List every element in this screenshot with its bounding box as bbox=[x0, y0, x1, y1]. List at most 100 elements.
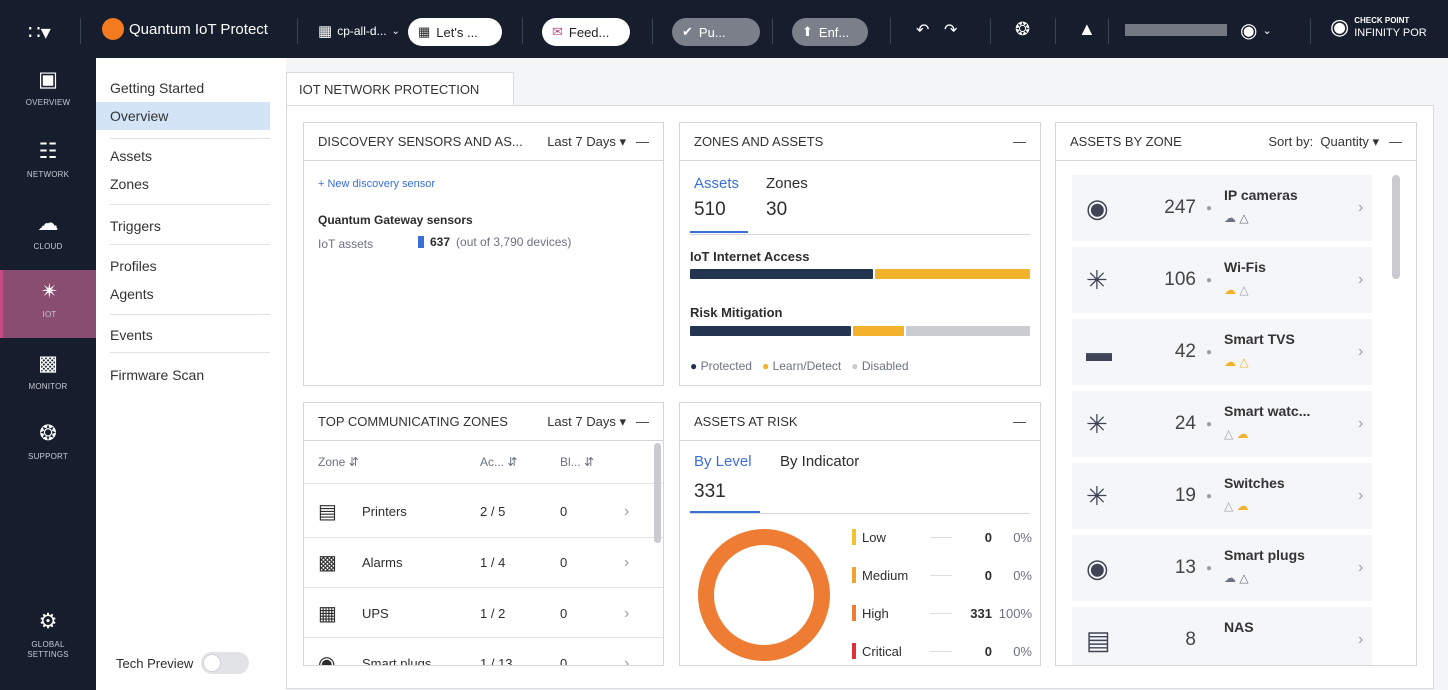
enforce-button[interactable]: ⬆ Enf... bbox=[792, 18, 868, 46]
new-discovery-sensor-link[interactable]: + New discovery sensor bbox=[318, 178, 435, 190]
collapse-icon[interactable]: — bbox=[636, 134, 649, 149]
range-selector[interactable]: Last 7 Days ▾ bbox=[547, 134, 626, 150]
subnav-zones[interactable]: Zones bbox=[96, 170, 270, 198]
tab-by-level[interactable]: By Level bbox=[694, 453, 752, 470]
policy-icon: ▦ bbox=[318, 23, 333, 40]
redo-icon[interactable]: ↷ bbox=[944, 20, 957, 40]
rail-network[interactable]: ☷ NETWORK bbox=[0, 140, 96, 202]
level-count: 0 bbox=[984, 529, 992, 545]
table-row[interactable]: ◉ Smart plugs 1 / 13 0 › bbox=[304, 639, 654, 666]
internet-access-label: IoT Internet Access bbox=[690, 249, 810, 264]
list-item[interactable]: ✳ 24 ● Smart watc... △ ☁ › bbox=[1072, 391, 1372, 457]
network-icon: ☷ bbox=[38, 140, 58, 163]
lifebuoy-icon[interactable]: ❂ bbox=[1015, 19, 1030, 40]
list-item[interactable]: ◉ 13 ● Smart plugs ☁ △ › bbox=[1072, 535, 1372, 601]
feedback-button[interactable]: ✉ Feed... bbox=[542, 18, 630, 46]
list-item[interactable]: ▬ 42 ● Smart TVS ☁ △ › bbox=[1072, 319, 1372, 385]
assets-count: 510 bbox=[694, 199, 726, 220]
user-avatar-icon[interactable]: ◉ ⌄ bbox=[1240, 18, 1272, 43]
list-item[interactable]: ▤ 8 NAS › bbox=[1072, 607, 1372, 665]
subnav-overview[interactable]: Overview bbox=[96, 102, 270, 130]
feedback-label: Feed... bbox=[568, 24, 610, 40]
asset-count: 8 bbox=[1185, 629, 1196, 650]
rail-iot[interactable]: ✴ IOT bbox=[0, 270, 96, 338]
table-row[interactable]: ▤ Printers 2 / 5 0 › bbox=[304, 487, 654, 536]
vendor-line1: CHECK POINT bbox=[1354, 16, 1410, 25]
vendor-line2: INFINITY POR bbox=[1354, 27, 1427, 39]
table-row[interactable]: ▦ UPS 1 / 2 0 › bbox=[304, 589, 654, 638]
list-item[interactable]: ◉ 247 ● IP cameras ☁ △ › bbox=[1072, 175, 1372, 241]
subnav-firmware-scan[interactable]: Firmware Scan bbox=[96, 361, 270, 389]
info-icon[interactable]: ● bbox=[1206, 347, 1212, 358]
col-bl-header[interactable]: Bl... ⇵ bbox=[560, 455, 594, 469]
bar-disabled bbox=[905, 326, 1031, 336]
info-icon[interactable]: ● bbox=[1206, 563, 1212, 574]
col-ac-header[interactable]: Ac... ⇵ bbox=[480, 455, 517, 469]
sort-selector[interactable]: Sort by: Quantity ▾ bbox=[1268, 134, 1379, 150]
scrollbar[interactable] bbox=[654, 443, 661, 543]
undo-icon[interactable]: ↶ bbox=[916, 20, 929, 40]
publish-button[interactable]: ✔ Pu... bbox=[672, 18, 760, 46]
rail-monitor[interactable]: ▩ MONITOR bbox=[0, 352, 96, 414]
legend-learn-detect: ● Learn/Detect bbox=[761, 359, 842, 373]
zone-bl: 0 bbox=[560, 555, 568, 570]
info-icon[interactable]: ● bbox=[1206, 419, 1212, 430]
assets-tab[interactable]: Assets bbox=[694, 175, 739, 192]
vendor-icon: ◉ bbox=[1330, 14, 1350, 39]
sort-icon: ⇵ bbox=[584, 455, 595, 469]
bell-icon[interactable]: ▲ bbox=[1078, 19, 1096, 40]
sub-navigation: Getting Started Overview Assets Zones Tr… bbox=[96, 58, 286, 690]
tech-preview: Tech Preview bbox=[116, 652, 250, 674]
status-icons: ☁ △ bbox=[1224, 283, 1249, 297]
zones-tab[interactable]: Zones bbox=[766, 175, 808, 192]
rail-cloud[interactable]: ☁ CLOUD bbox=[0, 212, 96, 274]
list-item[interactable]: ✳ 19 ● Switches △ ☁ › bbox=[1072, 463, 1372, 529]
subnav-events[interactable]: Events bbox=[96, 321, 270, 349]
rail-label: IOT bbox=[42, 310, 57, 319]
tab-iot-network-protection[interactable]: IOT NETWORK PROTECTION bbox=[286, 72, 514, 106]
subnav-profiles[interactable]: Profiles bbox=[96, 252, 270, 280]
tech-preview-toggle[interactable] bbox=[201, 652, 250, 674]
rail-global-settings[interactable]: ⚙ GLOBAL SETTINGS bbox=[0, 610, 96, 680]
app-launcher-icon[interactable]: ∷▾ bbox=[28, 20, 51, 45]
collapse-icon[interactable]: — bbox=[1389, 134, 1402, 149]
rail-label: MONITOR bbox=[28, 382, 68, 391]
card-header: ZONES AND ASSETS — bbox=[680, 123, 1040, 161]
tab-by-indicator[interactable]: By Indicator bbox=[780, 453, 859, 470]
scrollbar[interactable] bbox=[1392, 175, 1400, 279]
zone-name: UPS bbox=[362, 606, 389, 621]
legend-disabled: ● Disabled bbox=[851, 359, 909, 373]
subnav-getting-started[interactable]: Getting Started bbox=[96, 74, 270, 102]
donut-ring bbox=[698, 529, 830, 661]
card-title: DISCOVERY SENSORS AND AS... bbox=[318, 134, 523, 149]
info-icon[interactable]: ● bbox=[1206, 275, 1212, 286]
range-selector[interactable]: Last 7 Days ▾ bbox=[547, 414, 626, 430]
subnav-assets[interactable]: Assets bbox=[96, 142, 270, 170]
subnav-agents[interactable]: Agents bbox=[96, 280, 270, 308]
rail-overview[interactable]: ▣ OVERVIEW bbox=[0, 68, 96, 130]
rail-label: OVERVIEW bbox=[25, 98, 71, 107]
table-row[interactable]: ▩ Alarms 1 / 4 0 › bbox=[304, 538, 654, 587]
col-zone-header[interactable]: Zone ⇵ bbox=[318, 455, 359, 469]
top-bar: ∷▾ Quantum IoT Protect ▦ cp-all-d... ⌄ ▦… bbox=[0, 0, 1448, 58]
internet-access-bar bbox=[690, 269, 1030, 279]
rail-support[interactable]: ❂ SUPPORT bbox=[0, 422, 96, 484]
policy-selector[interactable]: ▦ cp-all-d... ⌄ bbox=[318, 22, 400, 40]
subnav-triggers[interactable]: Triggers bbox=[96, 212, 270, 240]
zone-bl: 0 bbox=[560, 656, 568, 666]
brand-logo[interactable]: Quantum IoT Protect bbox=[102, 18, 268, 40]
list-item[interactable]: ✳ 106 ● Wi-Fis ☁ △ › bbox=[1072, 247, 1372, 313]
collapse-icon[interactable]: — bbox=[636, 414, 649, 429]
lets-go-button[interactable]: ▦ Let's ... bbox=[408, 18, 502, 46]
cloud-icon: ☁ bbox=[37, 212, 59, 235]
collapse-icon[interactable]: — bbox=[1013, 134, 1026, 149]
zone-name: Alarms bbox=[362, 555, 403, 570]
risk-mitigation-label: Risk Mitigation bbox=[690, 305, 783, 320]
info-icon[interactable]: ● bbox=[1206, 491, 1212, 502]
asset-count: 24 bbox=[1174, 413, 1196, 434]
info-icon[interactable]: ● bbox=[1206, 203, 1212, 214]
chevron-right-icon: › bbox=[1358, 559, 1364, 576]
zone-ac: 1 / 13 bbox=[480, 656, 513, 666]
user-name-redacted bbox=[1125, 24, 1227, 36]
collapse-icon[interactable]: — bbox=[1013, 414, 1026, 429]
